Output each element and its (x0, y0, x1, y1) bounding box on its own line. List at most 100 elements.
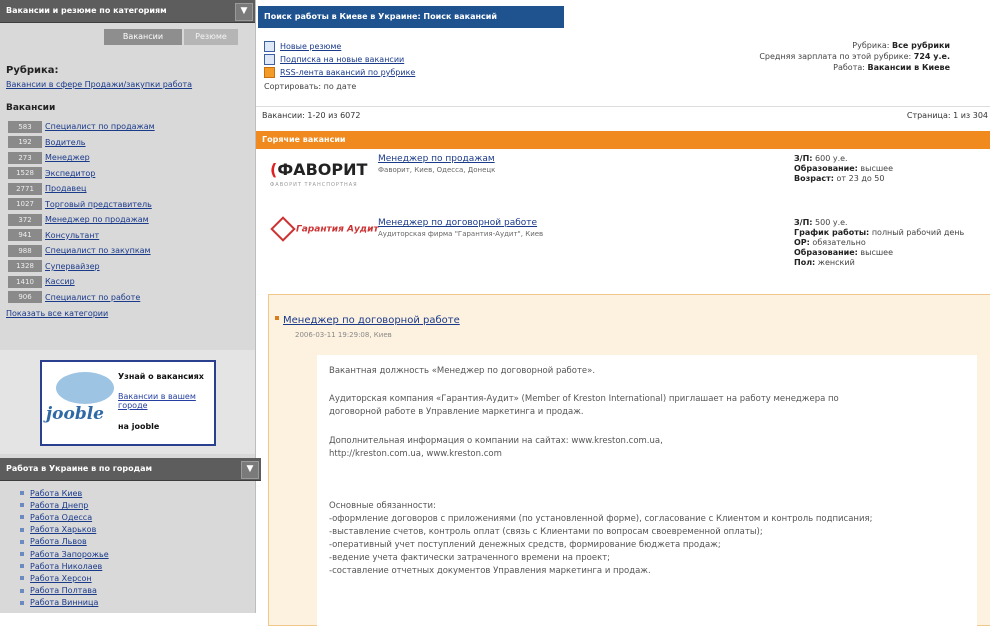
filter-value[interactable]: Все рубрики (892, 41, 950, 50)
region-item[interactable]: Работа Винница (20, 597, 109, 609)
region-link[interactable]: Работа Запорожье (30, 550, 109, 559)
category-label[interactable]: Продавец (45, 184, 87, 193)
vacancy-paragraph: Дополнительная информация о компании на … (329, 436, 663, 459)
sort-label[interactable]: Сортировать: по дате (264, 80, 356, 93)
filters: Рубрика: Все рубрики Средняя зарплата по … (759, 40, 950, 73)
job-detail-row: ОР: обязательно (794, 238, 964, 248)
category-item[interactable]: 941 Консультант (8, 228, 255, 244)
category-label[interactable]: Специалист по работе (45, 293, 140, 302)
category-label[interactable]: Экспедитор (45, 169, 95, 178)
category-item[interactable]: 906 Специалист по работе (8, 290, 255, 306)
email-icon (264, 41, 275, 52)
option-label[interactable]: Подписка на новые вакансии (280, 55, 404, 64)
category-label[interactable]: Менеджер по продажам (45, 215, 149, 224)
category-item[interactable]: 1328 Супервайзер (8, 259, 255, 275)
region-item[interactable]: Работа Николаев (20, 560, 109, 572)
region-item[interactable]: Работа Киев (20, 487, 109, 499)
category-count: 192 (8, 136, 42, 149)
company-logo[interactable]: (ФАВОРИТ (270, 160, 367, 179)
job-detail-value: 500 у.е. (815, 218, 848, 227)
rubric-title: Рубрика: (6, 65, 59, 76)
job-detail-value: женский (817, 258, 855, 267)
option-label[interactable]: Новые резюме (280, 42, 341, 51)
region-item[interactable]: Работа Львов (20, 536, 109, 548)
sidebar-header: Вакансии и резюме по категориям ▼ (0, 0, 255, 23)
job-details: З/П: 600 у.е. Образование: высшее Возраст:… (794, 154, 893, 184)
category-label[interactable]: Специалист по закупкам (45, 246, 151, 255)
region-link[interactable]: Работа Одесса (30, 513, 92, 522)
option-label[interactable]: RSS-лента вакансий по рубрике (280, 68, 415, 77)
job-title-link[interactable]: Менеджер по продажам (378, 154, 495, 164)
job-company: Аудиторская фирма "Гарантия-Аудит", Киев (378, 230, 544, 238)
job-details: З/П: 500 у.е. График работы: полный рабоч… (794, 218, 964, 268)
dolphin-icon (56, 372, 114, 404)
category-label[interactable]: Супервайзер (45, 262, 100, 271)
region-item[interactable]: Работа Полтава (20, 585, 109, 597)
sidebar-header-title: Вакансии и резюме по категориям (6, 6, 167, 15)
category-item[interactable]: 273 Менеджер (8, 150, 255, 166)
company-logo[interactable]: Гарантия Аудит (270, 216, 379, 242)
category-item[interactable]: 988 Специалист по закупкам (8, 243, 255, 259)
region-link[interactable]: Работа Киев (30, 489, 82, 498)
more-categories-link[interactable]: Показать все категории (6, 309, 255, 318)
category-label[interactable]: Торговый представитель (45, 200, 152, 209)
category-item[interactable]: 192 Водитель (8, 135, 255, 151)
region-link[interactable]: Работа Николаев (30, 562, 102, 571)
region-item[interactable]: Работа Запорожье (20, 548, 109, 560)
region-link[interactable]: Работа Днепр (30, 501, 88, 510)
filter-value[interactable]: Вакансии в Киеве (868, 63, 951, 72)
job-detail-label: Возраст: (794, 174, 834, 183)
job-detail-label: З/П: (794, 218, 813, 227)
category-label[interactable]: Кассир (45, 277, 75, 286)
chevron-down-icon[interactable]: ▼ (235, 3, 253, 21)
filter-row: Рубрика: Все рубрики (759, 40, 950, 51)
category-item[interactable]: 1528 Экспедитор (8, 166, 255, 182)
vacancy-title-link[interactable]: Менеджер по договорной работе (283, 315, 460, 326)
regions-header: Работа в Украине в по городам ▼ (0, 458, 261, 481)
filter-value[interactable]: 724 у.е. (914, 52, 950, 61)
bullet-icon (20, 527, 24, 532)
category-item[interactable]: 1027 Торговый представитель (8, 197, 255, 213)
option-item[interactable]: Новые резюме (264, 40, 415, 53)
option-item[interactable]: RSS-лента вакансий по рубрике (264, 66, 415, 79)
bullet-icon (20, 503, 24, 508)
category-label[interactable]: Менеджер (45, 153, 90, 162)
region-item[interactable]: Работа Херсон (20, 572, 109, 584)
vacancy-paragraph: Основные обязанности: -оформление догово… (329, 501, 873, 576)
category-label[interactable]: Консультант (45, 231, 99, 240)
region-item[interactable]: Работа Одесса (20, 511, 109, 523)
category-count: 1410 (8, 275, 42, 288)
job-detail-label: Пол: (794, 258, 816, 267)
option-item[interactable]: Подписка на новые вакансии (264, 53, 415, 66)
category-item[interactable]: 372 Менеджер по продажам (8, 212, 255, 228)
category-count: 941 (8, 229, 42, 242)
job-title-link[interactable]: Менеджер по договорной работе (378, 218, 537, 228)
category-label[interactable]: Специалист по продажам (45, 122, 155, 131)
jooble-banner[interactable]: jooble Узнай о вакансиях Вакансии в ваше… (40, 360, 216, 446)
region-link[interactable]: Работа Харьков (30, 525, 96, 534)
category-item[interactable]: 1410 Кассир (8, 274, 255, 290)
tab-resumes[interactable]: Резюме (184, 29, 238, 45)
category-item[interactable]: 583 Специалист по продажам (8, 119, 255, 135)
category-count: 583 (8, 120, 42, 133)
job-detail-value: 600 у.е. (815, 154, 848, 163)
vacancy-date: 2006-03-11 19:29:08, Киев (295, 331, 392, 339)
region-link[interactable]: Работа Винница (30, 598, 98, 607)
job-detail-row: Пол: женский (794, 258, 964, 268)
region-link[interactable]: Работа Полтава (30, 586, 97, 595)
rubric-link[interactable]: Вакансии в сфере Продажи/закупки работа (6, 80, 255, 89)
region-item[interactable]: Работа Днепр (20, 499, 109, 511)
category-label[interactable]: Водитель (45, 138, 86, 147)
category-item[interactable]: 2771 Продавец (8, 181, 255, 197)
region-link[interactable]: Работа Херсон (30, 574, 92, 583)
job-row: Гарантия Аудит Менеджер по договорной ра… (256, 214, 990, 278)
pager-right[interactable]: Страница: 1 из 304 (907, 107, 988, 125)
banner-text[interactable]: Вакансии в вашем городе (118, 392, 210, 410)
region-item[interactable]: Работа Харьков (20, 524, 109, 536)
category-count: 1528 (8, 167, 42, 180)
tab-vacancies[interactable]: Вакансии (104, 29, 182, 45)
job-detail-value: обязательно (812, 238, 866, 247)
bullet-icon (20, 491, 24, 496)
region-link[interactable]: Работа Львов (30, 537, 87, 546)
email-icon (264, 54, 275, 65)
